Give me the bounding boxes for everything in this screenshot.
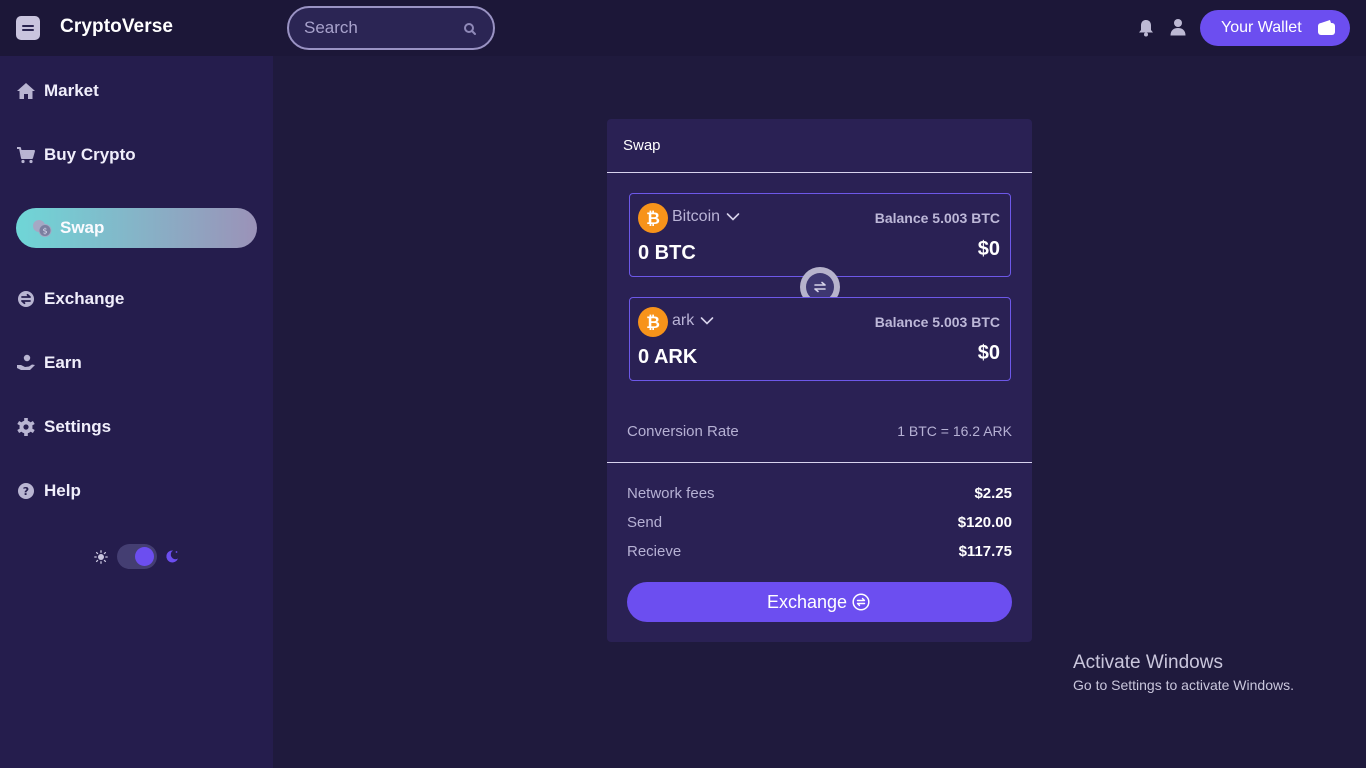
swap-card: Swap ₿ Bitcoin Balance 5.003 BTC 0 BTC $… bbox=[607, 119, 1032, 642]
to-amount-input[interactable]: 0 ARK bbox=[638, 346, 697, 369]
receive-value: $117.75 bbox=[958, 543, 1012, 560]
sidebar-item-buy-crypto[interactable]: Buy Crypto bbox=[16, 135, 256, 175]
wallet-button-label: Your Wallet bbox=[1221, 19, 1302, 36]
sidebar-item-label: Market bbox=[44, 81, 99, 100]
from-coin-select[interactable]: Bitcoin bbox=[672, 207, 740, 227]
sidebar-item-swap[interactable]: $ Swap bbox=[16, 208, 257, 248]
home-icon bbox=[17, 83, 35, 99]
bitcoin-icon: ₿ bbox=[638, 203, 668, 233]
exchange-icon bbox=[18, 291, 34, 307]
network-fees-value: $2.25 bbox=[974, 485, 1012, 502]
search-icon[interactable] bbox=[463, 22, 477, 36]
divider bbox=[607, 172, 1032, 173]
sidebar-item-label: Settings bbox=[44, 417, 112, 436]
gear-icon bbox=[17, 418, 35, 436]
send-value: $120.00 bbox=[957, 514, 1012, 531]
bell-icon[interactable] bbox=[1138, 19, 1154, 37]
sidebar-item-market[interactable]: Market bbox=[16, 71, 256, 111]
app-logo: CryptoVerse bbox=[60, 16, 174, 37]
svg-text:$: $ bbox=[42, 227, 47, 236]
sidebar-item-earn[interactable]: Earn bbox=[16, 343, 256, 383]
your-wallet-button[interactable]: Your Wallet bbox=[1200, 10, 1350, 46]
theme-switcher bbox=[92, 544, 182, 570]
sidebar-item-exchange[interactable]: Exchange bbox=[16, 279, 256, 319]
receive-label: Recieve bbox=[627, 543, 682, 560]
send-label: Send bbox=[627, 514, 663, 531]
activate-windows-watermark: Activate Windows Go to Settings to activ… bbox=[1073, 652, 1294, 693]
cart-icon bbox=[17, 147, 35, 164]
sun-icon bbox=[94, 550, 108, 564]
search-input[interactable] bbox=[304, 18, 454, 38]
moon-icon bbox=[166, 550, 178, 563]
wallet-icon bbox=[1318, 20, 1335, 35]
chevron-down-icon bbox=[700, 317, 714, 325]
from-amount-input[interactable]: 0 BTC bbox=[638, 242, 696, 265]
sidebar-item-settings[interactable]: Settings bbox=[16, 407, 256, 447]
conversion-rate-label: Conversion Rate bbox=[627, 423, 739, 440]
theme-toggle[interactable] bbox=[117, 544, 157, 569]
watermark-title: Activate Windows bbox=[1073, 652, 1223, 673]
divider bbox=[607, 462, 1032, 463]
to-balance: Balance 5.003 BTC bbox=[874, 314, 1000, 330]
card-title: Swap bbox=[623, 137, 661, 154]
to-usd-value: $0 bbox=[977, 342, 1000, 364]
from-balance: Balance 5.003 BTC bbox=[874, 210, 1000, 226]
coins-icon: $ bbox=[33, 220, 52, 237]
svg-text:?: ? bbox=[23, 485, 29, 498]
to-coin-name: ark bbox=[672, 312, 695, 329]
svg-text:₿: ₿ bbox=[646, 313, 660, 333]
menu-icon[interactable] bbox=[16, 16, 40, 40]
sidebar-item-help[interactable]: ? Help bbox=[16, 471, 256, 511]
help-icon: ? bbox=[18, 483, 34, 499]
from-usd-value: $0 bbox=[977, 238, 1000, 260]
exchange-button-label: Exchange bbox=[767, 592, 848, 612]
swap-arrows-icon bbox=[814, 281, 826, 293]
to-coin-select[interactable]: ark bbox=[672, 311, 714, 331]
chevron-down-icon bbox=[726, 213, 740, 221]
from-coin-box: ₿ Bitcoin Balance 5.003 BTC 0 BTC $0 bbox=[629, 193, 1011, 277]
user-icon[interactable] bbox=[1170, 18, 1186, 36]
sidebar-item-label: Buy Crypto bbox=[44, 145, 136, 164]
svg-text:₿: ₿ bbox=[646, 209, 660, 229]
from-coin-name: Bitcoin bbox=[672, 208, 721, 225]
bitcoin-icon: ₿ bbox=[638, 307, 668, 337]
sidebar-item-label: Help bbox=[44, 481, 81, 500]
hand-coin-icon bbox=[17, 354, 35, 370]
search-box[interactable] bbox=[287, 6, 495, 50]
sidebar-item-label: Swap bbox=[60, 218, 105, 237]
sidebar: Market Buy Crypto $ Swap Exchange Earn S… bbox=[0, 56, 273, 768]
network-fees-label: Network fees bbox=[627, 485, 715, 502]
sidebar-item-label: Earn bbox=[44, 353, 82, 372]
exchange-icon bbox=[852, 593, 870, 611]
theme-toggle-knob bbox=[135, 547, 154, 566]
to-coin-box: ₿ ark Balance 5.003 BTC 0 ARK $0 bbox=[629, 297, 1011, 381]
sidebar-item-label: Exchange bbox=[44, 289, 125, 308]
top-bar: CryptoVerse Your Wallet bbox=[0, 0, 1366, 56]
conversion-rate-value: 1 BTC = 16.2 ARK bbox=[897, 423, 1012, 439]
watermark-subtitle: Go to Settings to activate Windows. bbox=[1073, 677, 1294, 693]
exchange-button[interactable]: Exchange bbox=[627, 582, 1012, 622]
